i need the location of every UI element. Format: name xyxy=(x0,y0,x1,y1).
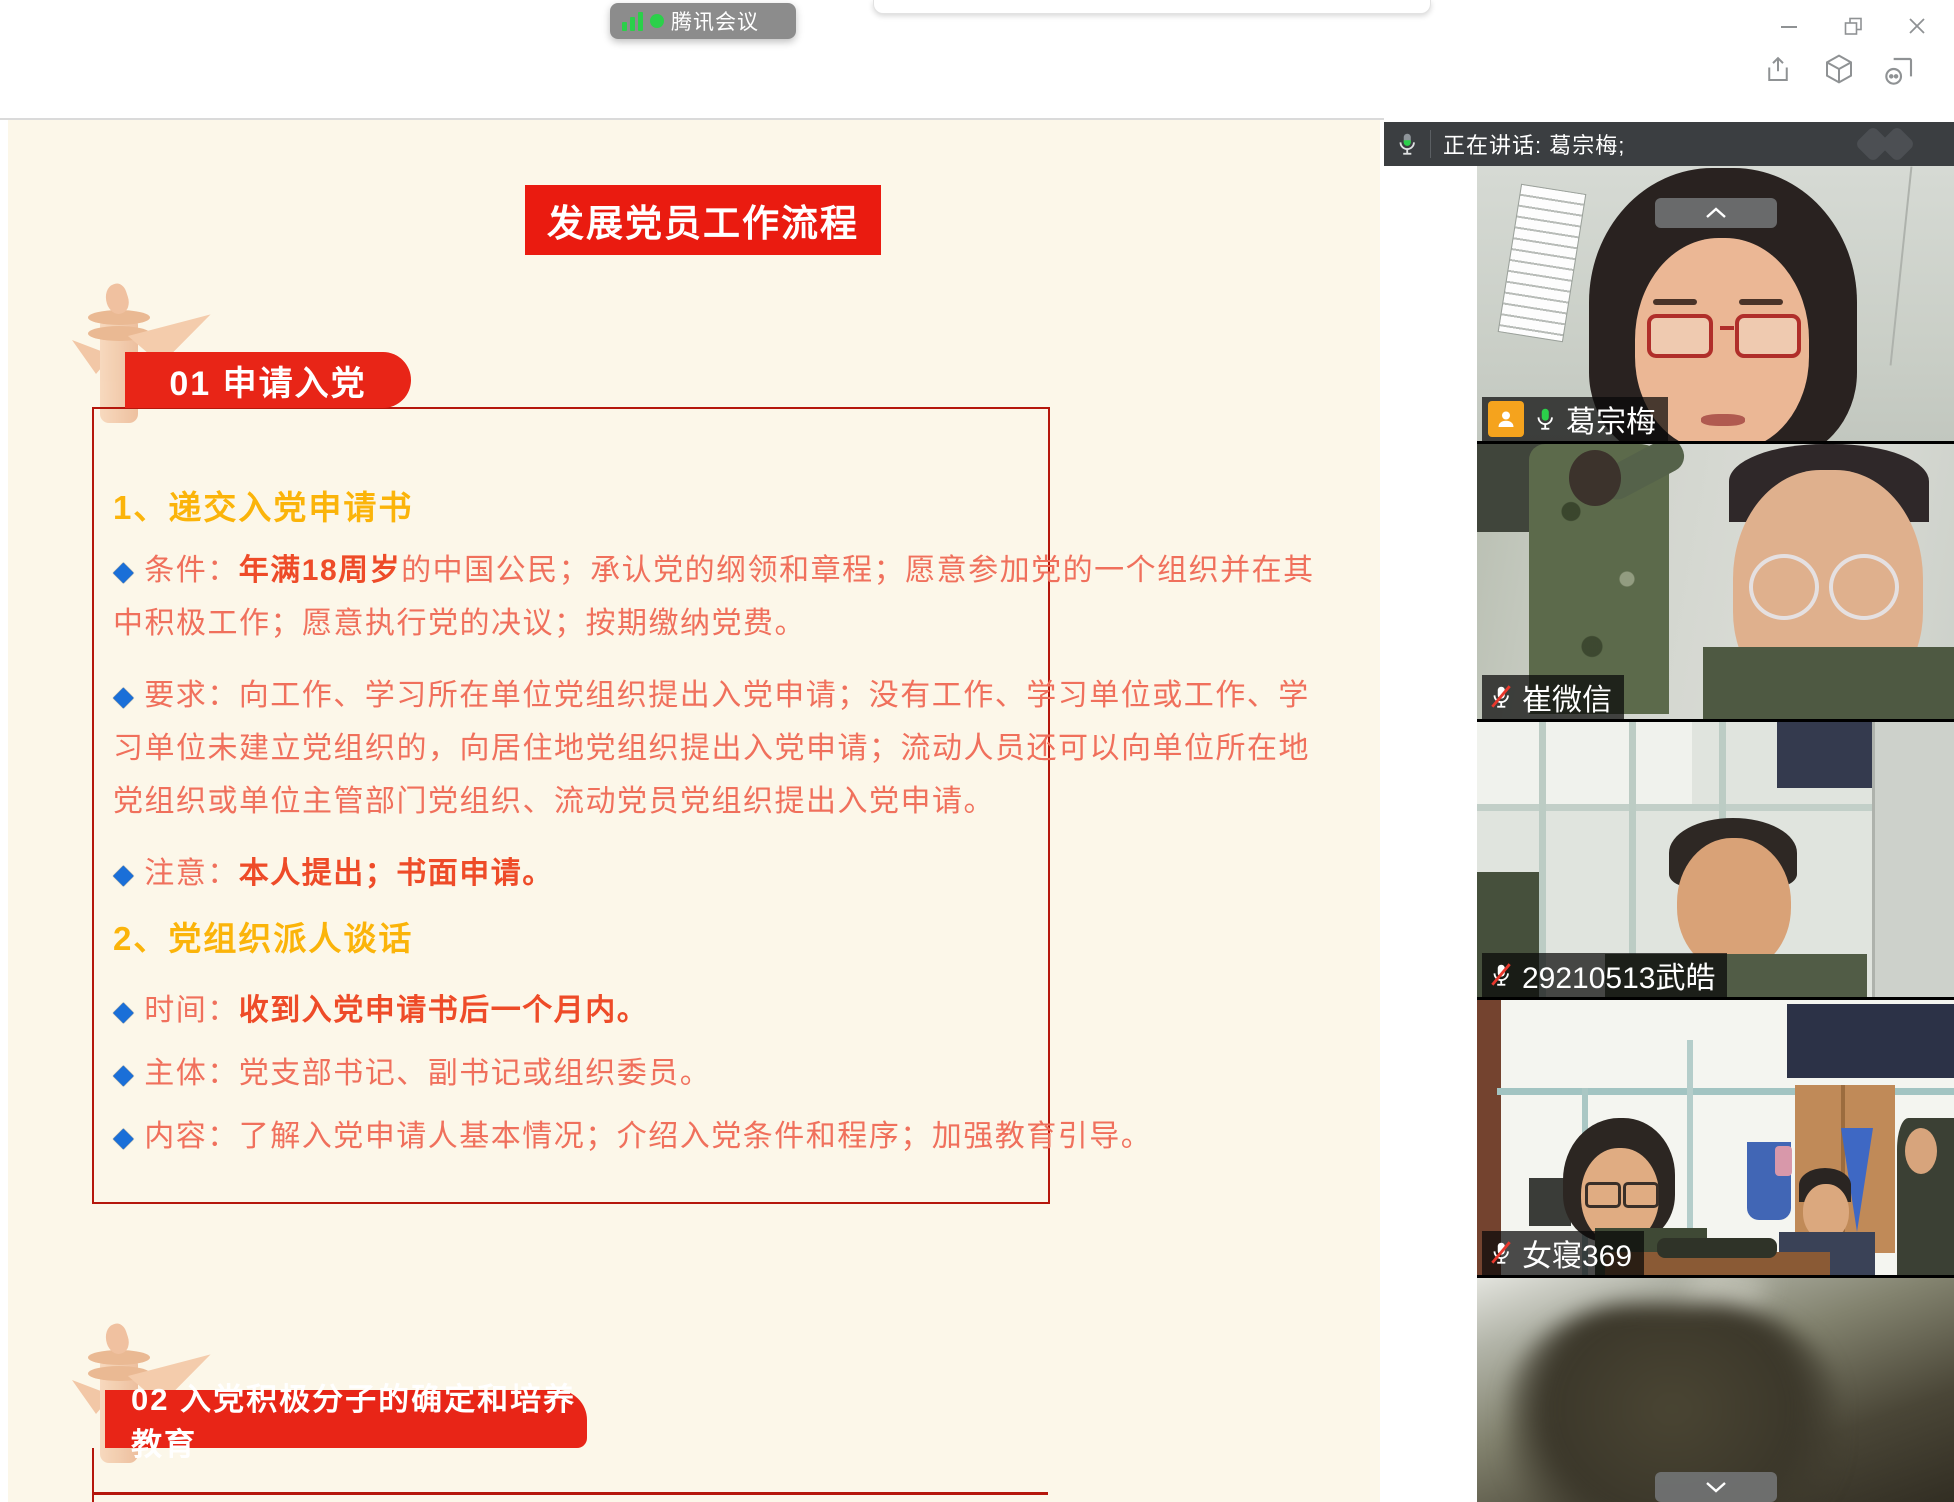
video-tile-gezongmei[interactable]: 葛宗梅 xyxy=(1477,166,1954,441)
feedback-button[interactable] xyxy=(1880,52,1918,90)
slide-bullet-line: ◆时间：收到入党申请书后一个月内。 xyxy=(113,990,1048,1032)
video-tile-wuhao[interactable]: 29210513武皓 xyxy=(1477,722,1954,997)
diamond-bullet-icon: ◆ xyxy=(113,1122,135,1152)
slide-title: 发展党员工作流程 xyxy=(547,193,859,247)
diamond-bullet-icon: ◆ xyxy=(113,556,135,586)
speaking-status-bar: 正在讲话: 葛宗梅; xyxy=(1384,122,1954,166)
slide-bullet-line: ◆注意：本人提出；书面申请。 xyxy=(113,853,1048,895)
participant-name: 29210513武皓 xyxy=(1522,953,1715,997)
slide-subheading: 1、递交入党申请书 xyxy=(113,487,1048,529)
video-feed xyxy=(1477,1278,1954,1502)
share-button[interactable] xyxy=(1760,52,1796,88)
face-frame-icon xyxy=(1883,55,1915,87)
active-mic-icon xyxy=(1384,131,1430,157)
share-icon xyxy=(1763,55,1793,85)
slide-subheading: 2、党组织派人谈话 xyxy=(113,918,1048,960)
video-tile-nvqin369[interactable]: 女寝369 xyxy=(1477,1000,1954,1275)
mic-muted-icon xyxy=(1488,684,1514,710)
slide-bullet-line: ◆内容：了解入党申请人基本情况；介绍入党条件和程序；加强教育引导。 xyxy=(113,1116,1048,1158)
mic-muted-icon xyxy=(1488,962,1514,988)
person-icon xyxy=(1494,407,1518,431)
chevron-up-icon xyxy=(1703,205,1729,221)
slide-bullet-line: ◆要求：向工作、学习所在单位党组织提出入党申请；没有工作、学习单位或工作、学 xyxy=(113,675,1048,717)
signal-strength-icon xyxy=(622,11,643,31)
watermark-logo xyxy=(1842,126,1932,162)
participant-label: 葛宗梅 xyxy=(1482,397,1668,441)
diamond-bullet-icon: ◆ xyxy=(113,1059,135,1089)
section-02-box-border xyxy=(92,1492,1048,1495)
chevron-down-icon xyxy=(1703,1479,1729,1495)
minimize-icon xyxy=(1781,26,1797,28)
presenter-badge-icon xyxy=(1488,401,1524,437)
minimize-button[interactable] xyxy=(1772,15,1806,39)
expand-videos-button[interactable] xyxy=(1655,1472,1777,1502)
section-01-title: 01 申请入党 xyxy=(169,356,366,405)
close-button[interactable] xyxy=(1902,13,1932,39)
video-tile-cuiweixin[interactable]: 崔微信 xyxy=(1477,444,1954,719)
slide-text-line: 习单位未建立党组织的，向居住地党组织提出入党申请；流动人员还可以向单位所在地 xyxy=(113,728,1048,770)
section-01-ribbon: 01 申请入党 xyxy=(125,352,411,408)
participant-label: 29210513武皓 xyxy=(1482,953,1727,997)
recording-dot-icon xyxy=(650,14,664,28)
meeting-status-pill[interactable]: 腾讯会议 xyxy=(610,3,796,39)
mic-on-icon xyxy=(1532,406,1558,432)
speaking-status-text: 正在讲话: 葛宗梅; xyxy=(1443,128,1842,160)
restore-button[interactable] xyxy=(1838,13,1868,39)
section-02-title: 02 入党积极分子的确定和培养教育 xyxy=(131,1374,587,1464)
screen: 腾讯会议 xyxy=(0,0,1954,1502)
slide-text-line: 中积极工作；愿意执行党的决议；按期缴纳党费。 xyxy=(113,603,1048,645)
participant-name: 葛宗梅 xyxy=(1566,397,1656,441)
video-tile-5[interactable] xyxy=(1477,1278,1954,1502)
close-icon xyxy=(1908,17,1926,35)
video-sidebar: 葛宗梅 崔微信 xyxy=(1477,166,1954,1502)
participant-name: 崔微信 xyxy=(1522,675,1612,719)
diamond-bullet-icon: ◆ xyxy=(113,859,135,889)
section-02-ribbon: 02 入党积极分子的确定和培养教育 xyxy=(105,1390,587,1448)
collapsed-toolbar[interactable] xyxy=(873,0,1431,14)
3d-cube-button[interactable] xyxy=(1820,50,1858,88)
participant-name: 女寝369 xyxy=(1522,1231,1632,1275)
mic-muted-icon xyxy=(1488,1240,1514,1266)
slide-title-banner: 发展党员工作流程 xyxy=(525,185,881,255)
slide-bullet-line: ◆条件：年满18周岁的中国公民；承认党的纲领和章程；愿意参加党的一个组织并在其 xyxy=(113,550,1048,592)
participant-label: 女寝369 xyxy=(1482,1231,1644,1275)
bar-divider xyxy=(1430,130,1431,158)
diamond-bullet-icon: ◆ xyxy=(113,681,135,711)
restore-icon xyxy=(1844,17,1863,36)
participant-label: 崔微信 xyxy=(1482,675,1624,719)
meeting-badge-label: 腾讯会议 xyxy=(671,6,759,36)
diamond-bullet-icon: ◆ xyxy=(113,996,135,1026)
slide-text-line: 党组织或单位主管部门党组织、流动党员党组织提出入党申请。 xyxy=(113,781,1048,823)
slide-bullet-line: ◆主体：党支部书记、副书记或组织委员。 xyxy=(113,1053,1048,1095)
collapse-videos-button[interactable] xyxy=(1655,198,1777,228)
cube-icon xyxy=(1823,53,1855,85)
